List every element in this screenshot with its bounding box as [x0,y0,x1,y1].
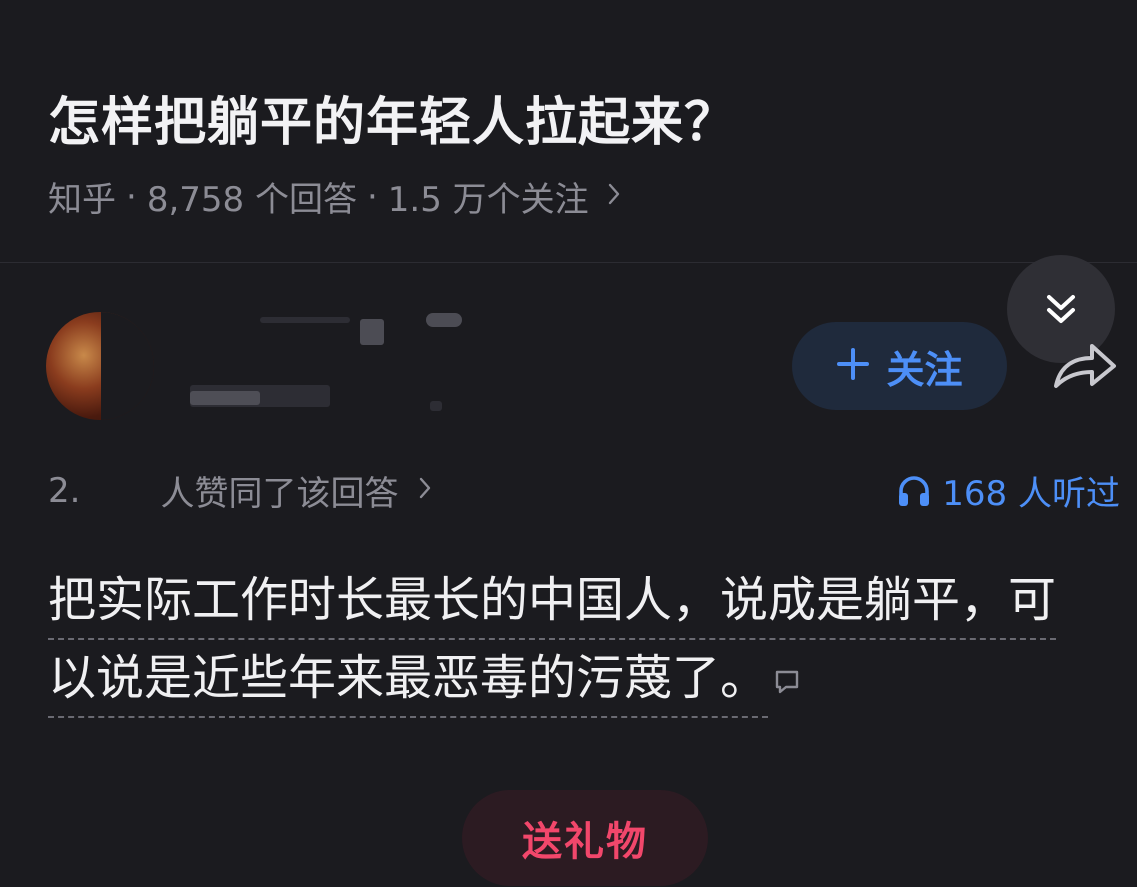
answer-stats-row: 2. 人赞同了该回答 168 人听过 [48,462,1120,515]
listen-summary[interactable]: 168 人听过 [896,466,1120,515]
meta-separator: · [126,176,137,217]
author-avatar[interactable] [46,312,154,420]
section-divider [0,262,1137,263]
question-meta[interactable]: 知乎 · 8,758 个回答 · 1.5 万个关注 [48,172,621,221]
question-answer-count: 8,758 个回答 [146,180,357,220]
listen-count: 168 人听过 [942,474,1120,514]
answer-content[interactable]: 把实际工作时长最长的中国人，说成是躺平，可 以说是近些年来最恶毒的污蔑了。 [48,562,1123,719]
answer-page: 怎样把躺平的年轻人拉起来？ 知乎 · 8,758 个回答 · 1.5 万个关注 … [0,0,1137,887]
share-icon [1054,344,1116,388]
headphones-icon [899,475,930,506]
gift-label: 送礼物 [522,819,648,865]
answer-line-2: 以说是近些年来最恶毒的污蔑了。 [48,640,769,718]
meta-separator: · [366,176,378,217]
double-chevron-down-icon [1047,295,1075,323]
chevron-right-icon [607,179,621,214]
question-follow-count: 1.5 万个关注 [387,180,589,220]
plus-icon [836,341,870,392]
chevron-right-icon [418,473,432,508]
answer-line-1: 把实际工作时长最长的中国人，说成是躺平，可 [48,562,1057,640]
author-info-redacted[interactable] [160,305,540,425]
share-button[interactable] [1050,336,1120,396]
upvote-count-redacted [78,472,163,509]
question-source: 知乎 [48,180,116,220]
upvote-count: 2. [48,470,81,511]
follow-label: 关注 [886,347,963,392]
comment-icon[interactable] [772,643,802,719]
send-gift-button[interactable]: 送礼物 [462,790,708,886]
upvote-label: 人赞同了该回答 [160,474,399,514]
follow-button[interactable]: 关注 [792,322,1007,410]
question-title[interactable]: 怎样把躺平的年轻人拉起来？ [48,80,737,155]
avatar-blur [101,312,154,420]
upvote-summary[interactable]: 2. 人赞同了该回答 [48,466,432,515]
